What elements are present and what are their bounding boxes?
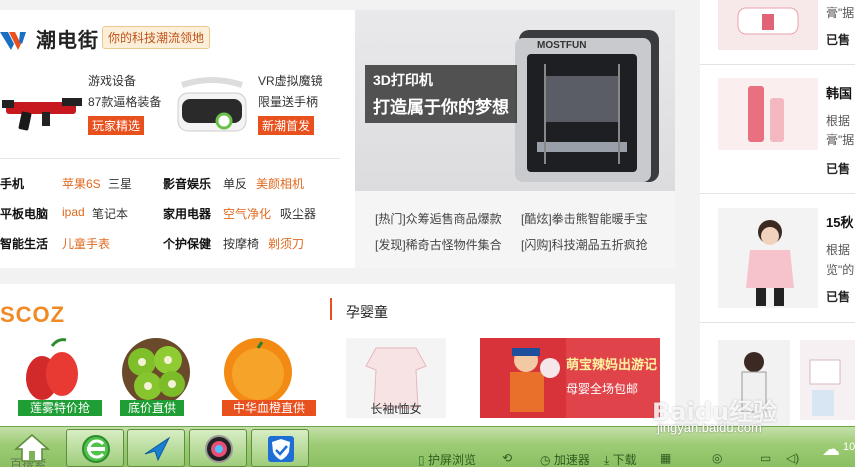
fruit-label-waxapple[interactable]: 莲雾特价抢 (18, 400, 102, 416)
right-item-title[interactable]: 韩国 (826, 83, 852, 102)
right-item-title[interactable]: 15秋 (826, 212, 853, 231)
category-link[interactable]: 三星 (108, 175, 132, 192)
vr-headset-image[interactable] (172, 75, 252, 143)
download-icon: ⤓ (604, 453, 613, 467)
shield-icon (268, 436, 294, 462)
cloud-badge: 10 (843, 441, 855, 453)
category-link[interactable]: 剃须刀 (268, 235, 304, 252)
taskbar-download[interactable]: ⤓ 下载 (604, 451, 637, 467)
accelerator-icon: ◷ (540, 453, 554, 467)
category-link[interactable]: 吸尘器 (280, 205, 316, 222)
ie-browser-icon (82, 435, 110, 463)
dress-label[interactable]: 长袖t恤女 (346, 400, 446, 417)
baby-section-title[interactable]: 孕婴童 (346, 302, 388, 322)
right-item-text: 膏"据 (826, 133, 855, 147)
promo-game[interactable]: 游戏设备 87款逼格装备 玩家精选 (88, 72, 161, 135)
right-divider (700, 322, 855, 323)
banner-line1: 3D打印机 (373, 72, 433, 88)
kid-banner[interactable]: 萌宝辣妈出游记 母婴全场包邮 (480, 338, 660, 418)
game-gun-image[interactable] (2, 88, 84, 133)
product-thumb[interactable] (800, 340, 855, 420)
news-link[interactable]: [发现]稀奇古怪物件集合 (375, 236, 502, 253)
right-item-sold: 已售 (826, 33, 851, 47)
category-link[interactable]: 苹果6S (62, 175, 101, 192)
news-link[interactable]: [热门]众筹逅售商品爆款 (375, 210, 502, 227)
bird-icon (144, 436, 171, 462)
volume-icon[interactable]: ◁) (786, 451, 799, 465)
section-accent (330, 298, 332, 320)
product-thumb[interactable] (718, 78, 818, 150)
right-item-sold: 已售 (826, 162, 851, 176)
category-link[interactable]: 笔记本 (92, 205, 128, 222)
category-link[interactable]: 按摩椅 (223, 235, 259, 252)
brand-slogan: 你的科技潮流领地 (102, 26, 211, 49)
fruit-label-orange[interactable]: 中华血橙直供 (222, 400, 316, 416)
brand-logo-icon (0, 31, 26, 50)
baidu-watermark-url: jingyan.baidu.com (657, 420, 762, 435)
category-title[interactable]: 家用电器 (163, 205, 211, 222)
news-box: [热门]众筹逅售商品爆款 [酷炫]拳击熊智能暖手宝 [发现]稀奇古怪物件集合 [… (355, 191, 675, 268)
kiwi-image[interactable] (118, 334, 194, 410)
category-link[interactable]: ipad (62, 205, 85, 219)
right-item-text: 根据 (826, 114, 851, 128)
cloud-icon[interactable]: ☁ (822, 439, 840, 460)
category-title[interactable]: 个护保健 (163, 235, 211, 252)
scoz-logo[interactable]: SCOZ (0, 302, 65, 328)
right-divider (700, 64, 855, 65)
page: 潮电街 你的科技潮流领地 游戏设备 87款逼格装备 玩家精选 VR虚拟魔镜 限量… (0, 0, 855, 467)
promo-vr-sub: 限量送手柄 (258, 95, 319, 109)
blood-orange-image[interactable] (220, 334, 296, 410)
category-link[interactable]: 美颜相机 (256, 175, 304, 192)
taskbar-accelerator[interactable]: ◷ 加速器 (540, 451, 590, 467)
camera-icon (205, 435, 233, 463)
divider (0, 158, 340, 159)
category-title[interactable]: 平板电脑 (0, 205, 48, 222)
kid-banner-title: 萌宝辣妈出游记 (566, 357, 658, 372)
home-icon[interactable] (14, 433, 50, 463)
promo-vr[interactable]: VR虚拟魔镜 限量送手柄 新潮首发 (258, 72, 323, 135)
camera-app-button[interactable] (189, 429, 247, 467)
category-link[interactable]: 儿童手表 (62, 235, 110, 252)
fruit-label-kiwi[interactable]: 底价直供 (120, 400, 184, 416)
right-divider (700, 193, 855, 194)
promo-game-tag[interactable]: 玩家精选 (88, 116, 145, 135)
category-link[interactable]: 空气净化 (223, 205, 271, 222)
category-link[interactable]: 单反 (223, 175, 247, 192)
product-thumb[interactable] (718, 208, 818, 308)
promo-game-sub: 87款逼格装备 (88, 95, 162, 109)
right-item-text: 览"的 (826, 263, 855, 277)
layout-icon[interactable]: ▭ (760, 451, 771, 465)
taskbar-eyecare[interactable]: ▯ 护屏浏览 (418, 451, 476, 467)
phone-icon: ▯ (418, 453, 428, 467)
category-title[interactable]: 智能生活 (0, 235, 48, 252)
security-app-button[interactable] (251, 429, 309, 467)
category-title[interactable]: 手机 (0, 175, 24, 192)
news-link[interactable]: [闪购]科技潮品五折疯抢 (521, 236, 648, 253)
brand-logo[interactable]: 潮电街 (0, 24, 99, 53)
printer-brand: MOSTFUN (537, 40, 587, 51)
right-item-text: 根据 (826, 243, 851, 257)
kid-image (480, 338, 566, 418)
history-icon[interactable]: ⟲ (502, 451, 512, 465)
featured-card: 潮电街 你的科技潮流领地 游戏设备 87款逼格装备 玩家精选 VR虚拟魔镜 限量… (0, 10, 355, 268)
banner-caption: 3D打印机 打造属于你的梦想 (365, 65, 517, 123)
settings-icon[interactable]: ◎ (712, 451, 722, 465)
news-link[interactable]: [酷炫]拳击熊智能暖手宝 (521, 210, 648, 227)
kid-banner-sub: 母婴全场包邮 (566, 382, 639, 396)
product-thumb[interactable] (718, 0, 818, 50)
banner-line2: 打造属于你的梦想 (373, 98, 509, 118)
browser-button[interactable] (66, 429, 124, 467)
right-item-sold: 已售 (826, 290, 851, 304)
bird-app-button[interactable] (127, 429, 185, 467)
category-title[interactable]: 影音娱乐 (163, 175, 211, 192)
deals-card: SCOZ 孕婴童 莲雾特价抢 底价直供 中华血橙直供 长袖t恤女 萌宝辣妈出游记… (0, 284, 675, 434)
promo-vr-tag[interactable]: 新潮首发 (258, 116, 315, 135)
promo-vr-title: VR虚拟魔镜 (258, 74, 323, 88)
right-item-text: 膏"据 (826, 6, 855, 20)
grid-icon[interactable]: ▦ (660, 451, 671, 465)
promo-game-title: 游戏设备 (88, 74, 137, 88)
wax-apple-image[interactable] (14, 334, 90, 410)
printer-banner[interactable]: MOSTFUN 3D打印机 打造属于你的梦想 (355, 10, 675, 191)
brand-logo-text: 潮电街 (36, 28, 99, 52)
